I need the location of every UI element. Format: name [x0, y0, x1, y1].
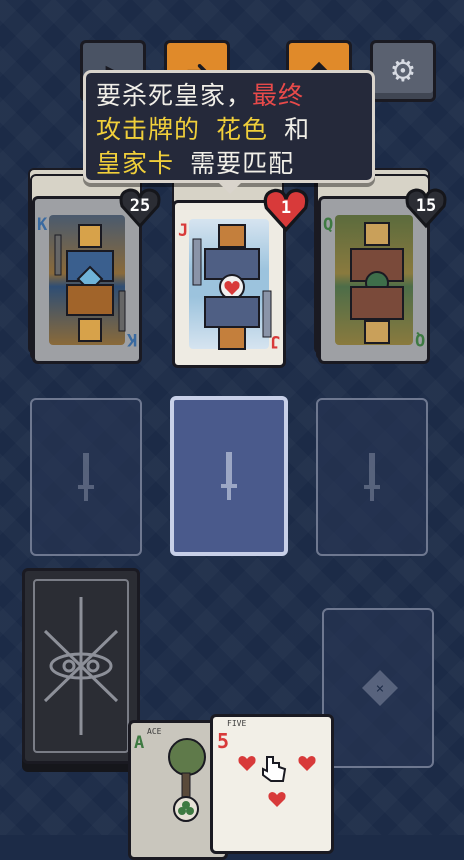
- attack-slot-right[interactable]: [316, 398, 428, 556]
- hand-card-five[interactable]: 5 FIVE: [210, 714, 334, 854]
- card-rank-label: Q: [414, 329, 425, 349]
- tree-illustration: [168, 738, 206, 822]
- king-portrait: [49, 215, 126, 345]
- card-rank-label: Q: [323, 215, 334, 235]
- sword-icon: [364, 453, 380, 501]
- sword-icon: [221, 452, 237, 500]
- discard-pile[interactable]: ×: [322, 608, 434, 768]
- card-rank-label: J: [178, 221, 189, 241]
- tooltip-highlight-final: 最终: [252, 81, 305, 110]
- hint-tooltip: 要杀死皇家，最终 攻击牌的 花色 和 皇家卡 需要匹配: [83, 70, 375, 194]
- tooltip-text: 和: [268, 115, 311, 144]
- gear-icon: ⚙: [389, 53, 417, 89]
- hp-value: 15: [415, 196, 437, 216]
- settings-button[interactable]: ⚙: [370, 40, 436, 102]
- king-figure: [54, 224, 126, 342]
- card-rank-label: A: [134, 733, 145, 753]
- deck-back-pattern: [43, 597, 119, 735]
- tooltip-text: 要杀死皇家，: [96, 81, 253, 110]
- card-rank-label: 5: [217, 729, 230, 753]
- attack-slot-center[interactable]: [170, 396, 288, 556]
- tooltip-text: 需要匹配: [174, 149, 295, 178]
- attack-slot-left[interactable]: [30, 398, 142, 556]
- tooltip-line-2: 攻击牌的 花色 和: [96, 113, 362, 147]
- discard-icon: ×: [362, 670, 398, 706]
- tooltip-line-3: 皇家卡 需要匹配: [96, 147, 362, 181]
- queen-portrait: [335, 215, 413, 345]
- tooltip-highlight-suit: 攻击牌的 花色: [96, 115, 269, 144]
- svg-text:×: ×: [376, 681, 384, 697]
- tooltip-highlight-royal: 皇家卡: [96, 149, 175, 178]
- draw-deck[interactable]: [22, 568, 140, 764]
- card-name-label: FIVE: [227, 719, 247, 728]
- pointer-hand-icon: [262, 756, 287, 782]
- card-rank-label: K: [37, 215, 48, 235]
- tooltip-line-1: 要杀死皇家，最终: [96, 79, 362, 113]
- hp-value: 25: [129, 196, 151, 216]
- queen-figure: [350, 222, 404, 344]
- card-rank-label: J: [269, 331, 280, 351]
- card-rank-label: K: [126, 329, 137, 349]
- hp-value: 1: [280, 198, 292, 218]
- jack-portrait: [189, 219, 272, 350]
- jack-figure: [192, 224, 272, 350]
- royal-hp-badge: 25: [118, 186, 162, 230]
- royal-hp-badge: 1: [262, 186, 310, 234]
- sword-icon: [78, 453, 94, 501]
- royal-hp-badge: 15: [404, 186, 448, 230]
